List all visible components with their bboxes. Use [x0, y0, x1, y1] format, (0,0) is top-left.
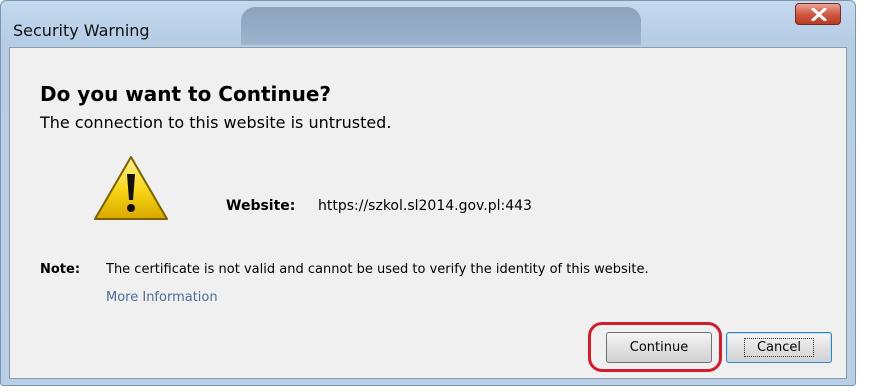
- cancel-button[interactable]: Cancel: [726, 332, 832, 363]
- more-information-link[interactable]: More Information: [106, 290, 218, 305]
- dialog-subheading: The connection to this website is untrus…: [40, 113, 392, 132]
- website-label: Website:: [226, 198, 296, 214]
- warning-triangle-icon: [94, 156, 168, 220]
- security-warning-window: Security Warning Do you want to Continue…: [0, 0, 856, 386]
- note-label: Note:: [40, 262, 81, 277]
- dialog-heading: Do you want to Continue?: [40, 82, 331, 106]
- title-bar[interactable]: Security Warning: [1, 1, 855, 45]
- note-text: The certificate is not valid and cannot …: [106, 262, 649, 277]
- cancel-button-label: Cancel: [743, 338, 815, 357]
- close-icon: [811, 8, 827, 21]
- background-window-ghost: [241, 7, 641, 45]
- window-title: Security Warning: [13, 21, 150, 40]
- website-url: https://szkol.sl2014.gov.pl:443: [318, 198, 532, 214]
- close-button[interactable]: [795, 3, 841, 25]
- dialog-content: Do you want to Continue? The connection …: [9, 47, 847, 379]
- continue-button[interactable]: Continue: [606, 332, 712, 363]
